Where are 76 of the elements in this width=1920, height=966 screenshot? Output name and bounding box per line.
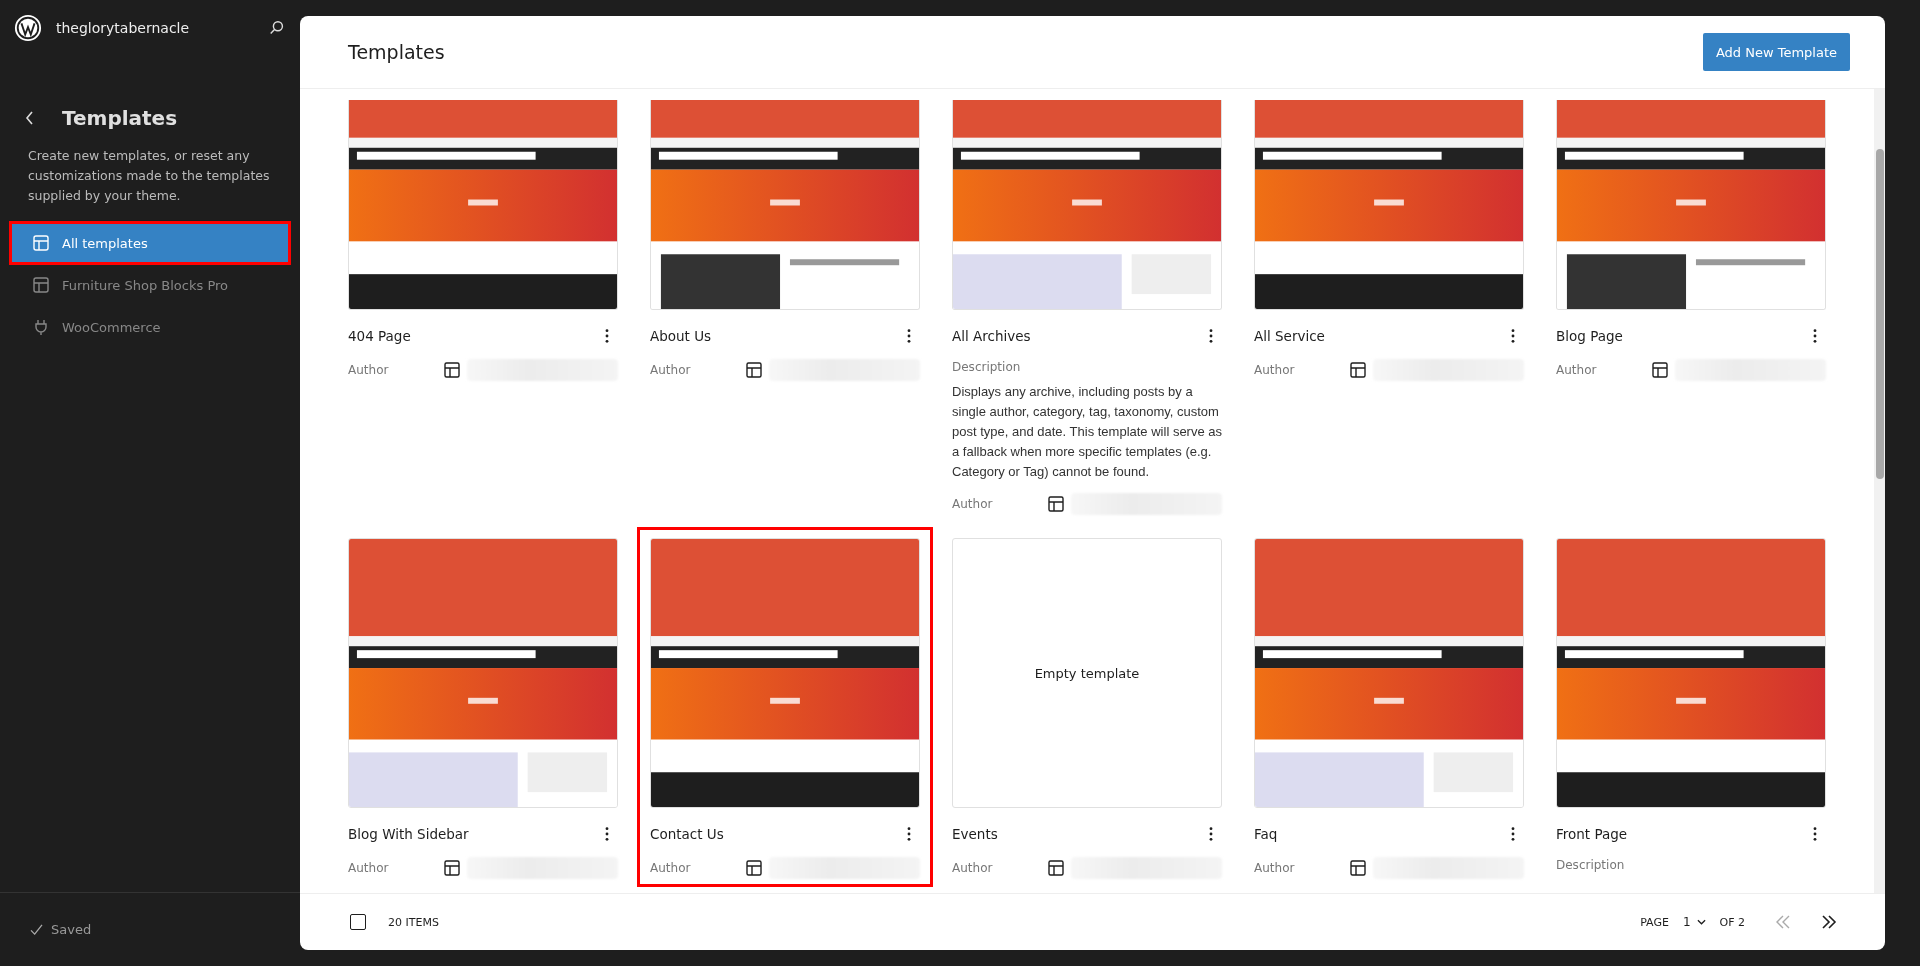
layout-icon: [1349, 361, 1367, 379]
empty-template-text: Empty template: [1034, 665, 1140, 681]
author-label: Author: [348, 363, 390, 377]
template-card[interactable]: Contact Us Author: [637, 527, 933, 887]
sidebar-item[interactable]: Furniture Shop Blocks Pro: [12, 266, 288, 304]
template-title[interactable]: 404 Page: [348, 328, 411, 344]
author-label: Author: [1254, 861, 1296, 875]
more-options-icon[interactable]: [1510, 328, 1516, 344]
more-options-icon[interactable]: [604, 826, 610, 842]
layout-icon: [1349, 859, 1367, 877]
more-options-icon[interactable]: [604, 328, 610, 344]
author-label: Author: [650, 861, 692, 875]
template-title[interactable]: Faq: [1254, 826, 1278, 842]
more-options-icon[interactable]: [1510, 826, 1516, 842]
template-card[interactable]: 404 Page Author: [335, 89, 631, 523]
items-count: 20 ITEMS: [388, 915, 439, 929]
author-label: Author: [348, 861, 390, 875]
more-options-icon[interactable]: [1812, 826, 1818, 842]
template-title[interactable]: Blog Page: [1556, 328, 1623, 344]
template-description: Displays any archive, including posts by a single author, category, tag, taxonomy, custom post type, and date. This template will serve as a fallback when more specific templates (e.g. Category or Tag) cannot be found.: [952, 383, 1222, 481]
site-name[interactable]: theglorytabernacle: [56, 20, 254, 36]
template-title[interactable]: Front Page: [1556, 826, 1628, 842]
template-title[interactable]: Events: [952, 826, 998, 842]
template-title[interactable]: All Archives: [952, 328, 1031, 344]
check-icon: [30, 924, 43, 935]
template-card[interactable]: About Us Author: [637, 89, 933, 523]
page-total: OF 2: [1719, 915, 1745, 929]
page-title: Templates: [348, 41, 445, 63]
layout-icon: [745, 361, 763, 379]
author-label: Author: [650, 363, 692, 377]
author-label: Author: [952, 861, 994, 875]
author-label: Author: [1254, 363, 1296, 377]
layout-icon: [32, 234, 50, 252]
layout-icon: [1047, 859, 1065, 877]
scrollbar[interactable]: [1874, 89, 1885, 893]
sidebar-item[interactable]: WooCommerce: [12, 308, 288, 346]
template-card[interactable]: Empty template Events Author: [939, 527, 1235, 887]
more-options-icon[interactable]: [1208, 826, 1214, 842]
more-options-icon[interactable]: [1208, 328, 1214, 344]
next-page-icon[interactable]: [1821, 915, 1837, 929]
template-card[interactable]: All Service Author: [1241, 89, 1537, 523]
search-icon[interactable]: [268, 19, 286, 37]
layout-icon: [745, 859, 763, 877]
template-title[interactable]: Blog With Sidebar: [348, 826, 469, 842]
saved-status: Saved: [51, 922, 92, 937]
wordpress-logo[interactable]: [14, 14, 42, 42]
sidebar-title: Templates: [62, 106, 178, 130]
layout-icon: [443, 361, 461, 379]
template-card[interactable]: Blog Page Author: [1543, 89, 1839, 523]
description-label: Description: [952, 360, 1022, 374]
template-title[interactable]: About Us: [650, 328, 712, 344]
more-options-icon[interactable]: [906, 826, 912, 842]
template-card[interactable]: Blog With Sidebar Author: [335, 527, 631, 887]
back-icon[interactable]: [24, 110, 36, 126]
template-title[interactable]: All Service: [1254, 328, 1325, 344]
more-options-icon[interactable]: [906, 328, 912, 344]
sidebar-description: Create new templates, or reset any customizations made to the templates supplied by your theme.: [28, 147, 271, 205]
template-preview[interactable]: Empty template: [952, 538, 1222, 808]
chevron-down-icon: [1696, 919, 1706, 925]
sidebar-item[interactable]: All templates: [12, 224, 288, 262]
author-label: Author: [1556, 363, 1598, 377]
plug-icon: [32, 318, 50, 336]
page-label: PAGE: [1640, 915, 1669, 929]
layout-icon: [1651, 361, 1669, 379]
layout-icon: [443, 859, 461, 877]
template-card[interactable]: Faq Author: [1241, 527, 1537, 887]
select-all-checkbox[interactable]: [350, 914, 366, 930]
template-card[interactable]: Front Page Description: [1543, 527, 1839, 887]
description-label: Description: [1556, 858, 1626, 872]
layout-icon: [1047, 495, 1065, 513]
layout-icon: [32, 276, 50, 294]
page-select[interactable]: 1: [1682, 915, 1706, 929]
add-new-template-button[interactable]: Add New Template: [1702, 33, 1850, 71]
author-label: Author: [952, 497, 994, 511]
template-title[interactable]: Contact Us: [650, 826, 724, 842]
more-options-icon[interactable]: [1812, 328, 1818, 344]
